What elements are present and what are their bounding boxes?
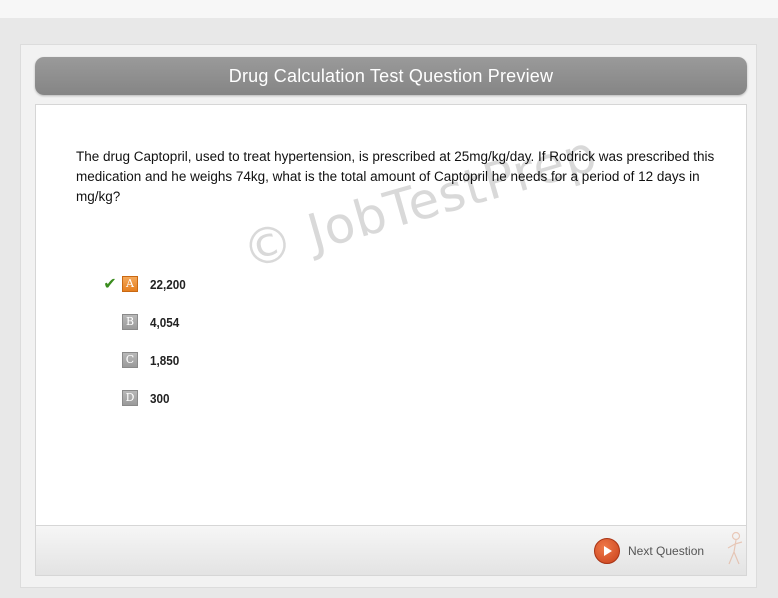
letter-d-badge: D	[122, 390, 138, 406]
answer-option-c[interactable]: C 1,850	[100, 341, 190, 379]
question-panel: © JobTestPrep The drug Captopril, used t…	[35, 104, 747, 526]
page-title: Drug Calculation Test Question Preview	[35, 57, 747, 95]
question-text: The drug Captopril, used to treat hypert…	[76, 149, 715, 204]
letter-a-badge: A	[122, 276, 138, 292]
answer-value: 22,200	[150, 276, 186, 292]
check-icon: ✔	[103, 276, 117, 293]
answer-value: 300	[150, 390, 170, 406]
answer-option-a[interactable]: ✔ A 22,200	[100, 265, 190, 303]
person-figure-icon	[727, 531, 743, 565]
answer-option-d[interactable]: D 300	[100, 379, 190, 417]
play-icon	[594, 538, 620, 564]
next-question-button[interactable]: Next Question	[594, 536, 704, 566]
answer-list: ✔ A 22,200 B 4,054 C 1,850 D 300	[100, 265, 190, 417]
answer-value: 4,054	[150, 314, 180, 330]
letter-c-badge: C	[122, 352, 138, 368]
answer-value: 1,850	[150, 352, 180, 368]
footer-bar: Next Question	[35, 526, 747, 576]
answer-option-b[interactable]: B 4,054	[100, 303, 190, 341]
top-strip	[0, 0, 778, 18]
letter-b-badge: B	[122, 314, 138, 330]
next-question-label: Next Question	[628, 544, 705, 558]
